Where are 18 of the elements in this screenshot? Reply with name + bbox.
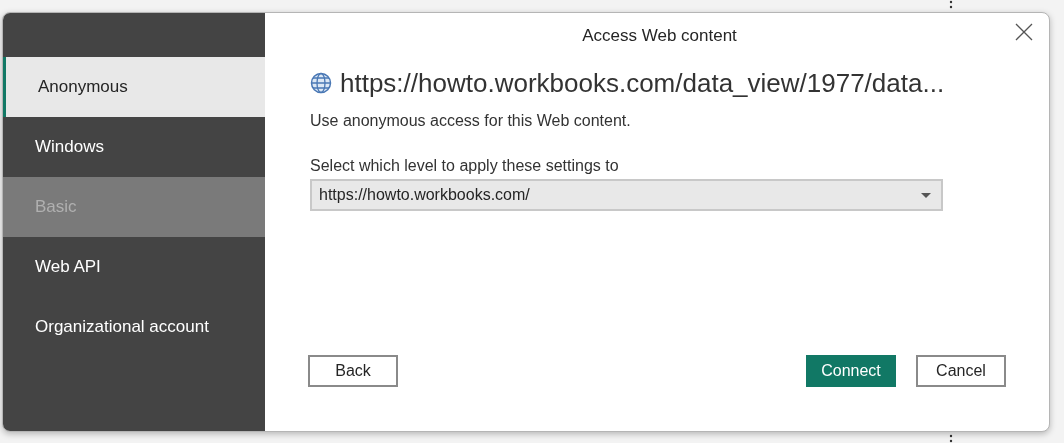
dialog-button[interactable]: Back	[308, 355, 398, 387]
close-button[interactable]	[1013, 21, 1035, 43]
description-text: Use anonymous access for this Web content.	[310, 111, 632, 131]
globe-icon	[310, 72, 332, 94]
dropdown-arrow-icon	[921, 192, 931, 198]
dots-icon	[949, 433, 953, 443]
dots-icon	[949, 0, 953, 10]
dialog-button[interactable]: Cancel	[916, 355, 1006, 387]
auth-method-tab[interactable]: Web API	[3, 237, 265, 297]
dialog-title: Access Web content	[581, 25, 738, 47]
level-select[interactable]: https://howto.workbooks.com/	[310, 179, 943, 211]
close-icon	[1015, 23, 1033, 41]
auth-method-tab[interactable]: Anonymous	[3, 57, 265, 117]
level-label: Select which level to apply these settings to	[310, 156, 620, 176]
dialog-button[interactable]: Connect	[806, 355, 896, 387]
url-heading: https://howto.workbooks.com/data_view/1977/data...	[340, 67, 945, 100]
auth-method-tab[interactable]: Organizational account	[3, 297, 265, 357]
auth-method-tab[interactable]: Windows	[3, 117, 265, 177]
